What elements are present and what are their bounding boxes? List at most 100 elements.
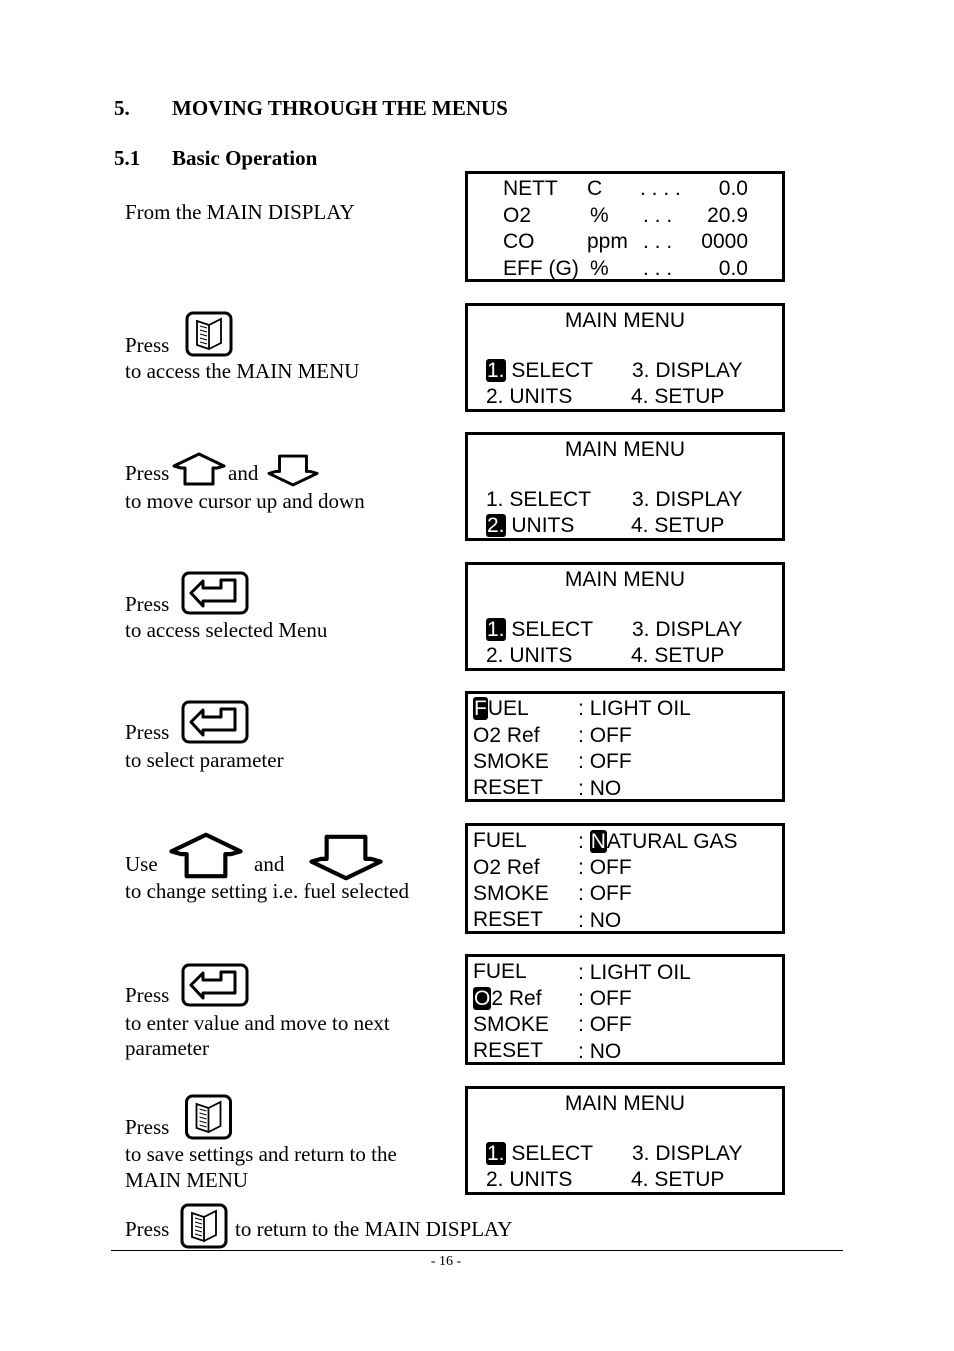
cursor-highlight: N <box>589 830 607 853</box>
colon: : <box>578 961 584 984</box>
menu-item-select: 1. SELECT <box>486 359 593 383</box>
menu-item-display: 3. DISPLAY <box>632 359 743 382</box>
step-text: to access the MAIN MENU <box>125 359 360 383</box>
menu-label: SELECT <box>511 359 594 382</box>
step-text: to access selected Menu <box>125 618 328 642</box>
param-name: SMOKE <box>473 882 549 905</box>
menu-item-display: 3. DISPLAY <box>632 618 743 641</box>
param-value: LIGHT OIL <box>589 697 691 720</box>
menu-number: 1. <box>486 618 506 641</box>
menu-title: MAIN MENU <box>564 568 686 591</box>
colon: : <box>578 987 584 1010</box>
menu-number: 2. <box>486 1168 504 1191</box>
lcd-unit: % <box>590 257 609 280</box>
menu-label: UNITS <box>509 385 573 408</box>
menu-number: 2. <box>486 514 506 537</box>
colon: : <box>578 882 584 905</box>
colon: : <box>578 856 584 879</box>
step-text: MAIN MENU <box>125 1168 249 1192</box>
colon: : <box>578 1013 584 1036</box>
param-name: RESET <box>473 1039 544 1062</box>
enter-key-icon <box>181 963 249 1007</box>
step-text: to change setting i.e. fuel selected <box>125 879 409 903</box>
step-text: Press <box>125 592 170 616</box>
menu-label: UNITS <box>511 514 575 537</box>
param-name: SMOKE <box>473 1013 549 1036</box>
menu-label: UNITS <box>509 644 573 667</box>
lcd-label: O2 <box>503 204 532 227</box>
enter-key-icon <box>181 571 249 615</box>
menu-label: SELECT <box>511 1142 594 1165</box>
param-name: O2 Ref <box>473 724 540 747</box>
subsection-number: 5.1 <box>114 146 141 170</box>
menu-item-setup: 4. SETUP <box>631 385 725 408</box>
menu-item-units: 2. UNITS <box>486 514 574 538</box>
book-menu-key-icon <box>185 311 233 357</box>
enter-key-icon <box>181 700 249 744</box>
lcd-dots: . . . <box>643 257 673 280</box>
manual-page: 5. MOVING THROUGH THE MENUS 5.1 Basic Op… <box>0 0 954 1351</box>
param-value: OFF <box>589 750 632 773</box>
lcd-main-menu: MAIN MENU 1. SELECT 2. UNITS 3. DISPLAY 4. S… <box>465 303 785 412</box>
param-value: LIGHT OIL <box>589 961 691 984</box>
down-arrow-key-icon <box>267 454 319 487</box>
book-menu-key-icon <box>184 1094 233 1140</box>
lcd-params-o2-cursor: FUEL O2 Ref SMOKE RESET : LIGHT OIL : OF… <box>465 954 785 1065</box>
section-title: MOVING THROUGH THE MENUS <box>172 96 508 120</box>
menu-title: MAIN MENU <box>564 309 686 332</box>
step-text: parameter <box>125 1036 209 1060</box>
step-text: Press <box>125 720 170 744</box>
menu-item-display: 3. DISPLAY <box>632 488 743 511</box>
section-number: 5. <box>114 96 130 120</box>
step-text: to return to the MAIN DISPLAY <box>235 1217 513 1241</box>
menu-number: 2. <box>486 644 504 667</box>
colon: : <box>578 777 584 800</box>
colon: : <box>578 1040 584 1063</box>
footer-rule <box>111 1250 843 1251</box>
page-number: - 16 - <box>430 1254 462 1269</box>
menu-item-select: 1. SELECT <box>486 1142 593 1166</box>
menu-item-units: 2. UNITS <box>486 385 572 409</box>
step-text: Press <box>125 333 170 357</box>
step-text: Press <box>125 1115 170 1139</box>
menu-label: SELECT <box>509 488 592 511</box>
step-text: Use <box>125 852 158 876</box>
lcd-value: 20.9 <box>707 204 748 227</box>
menu-number: 2. <box>486 385 504 408</box>
menu-label: SELECT <box>511 618 594 641</box>
lcd-unit: % <box>590 204 609 227</box>
param-value: OFF <box>589 856 632 879</box>
menu-number: 1. <box>486 1142 506 1165</box>
step-text: Press <box>125 1217 170 1241</box>
lcd-value: 0.0 <box>718 257 748 280</box>
menu-item-display: 3. DISPLAY <box>632 1142 743 1165</box>
menu-item-setup: 4. SETUP <box>631 1168 725 1191</box>
param-name: SMOKE <box>473 750 549 773</box>
param-name-rest: UEL <box>487 697 529 720</box>
colon: : <box>578 750 584 773</box>
book-menu-key-icon <box>180 1202 228 1250</box>
param-name: O2 Ref <box>473 987 542 1011</box>
menu-label: UNITS <box>509 1168 573 1191</box>
up-arrow-key-icon <box>162 832 250 879</box>
step-text: to save settings and return to the <box>125 1142 397 1166</box>
down-arrow-key-icon <box>302 834 390 881</box>
lcd-label: CO <box>503 230 535 253</box>
menu-title: MAIN MENU <box>564 1092 686 1115</box>
lcd-dots: . . . <box>643 230 673 253</box>
lcd-main-menu: MAIN MENU 1. SELECT 2. UNITS 3. DISPLAY 4. S… <box>465 1086 785 1195</box>
param-name: FUEL <box>473 829 527 852</box>
param-value: OFF <box>589 882 632 905</box>
param-value: NO <box>589 777 622 800</box>
step-text: to select parameter <box>125 748 284 772</box>
param-value: NO <box>589 909 622 932</box>
lcd-unit: ppm <box>587 230 628 253</box>
param-name-rest: 2 Ref <box>491 987 542 1010</box>
step-text: Press <box>125 983 170 1007</box>
param-name: FUEL <box>473 697 529 721</box>
step-text: to enter value and move to next <box>125 1011 390 1035</box>
lcd-main-display: NETT C . . . . 0.0 O2 % . . . 20.9 CO pp… <box>465 171 785 282</box>
lcd-value: 0000 <box>701 230 748 253</box>
subsection-title: Basic Operation <box>172 146 318 170</box>
step-text: to move cursor up and down <box>125 489 365 513</box>
